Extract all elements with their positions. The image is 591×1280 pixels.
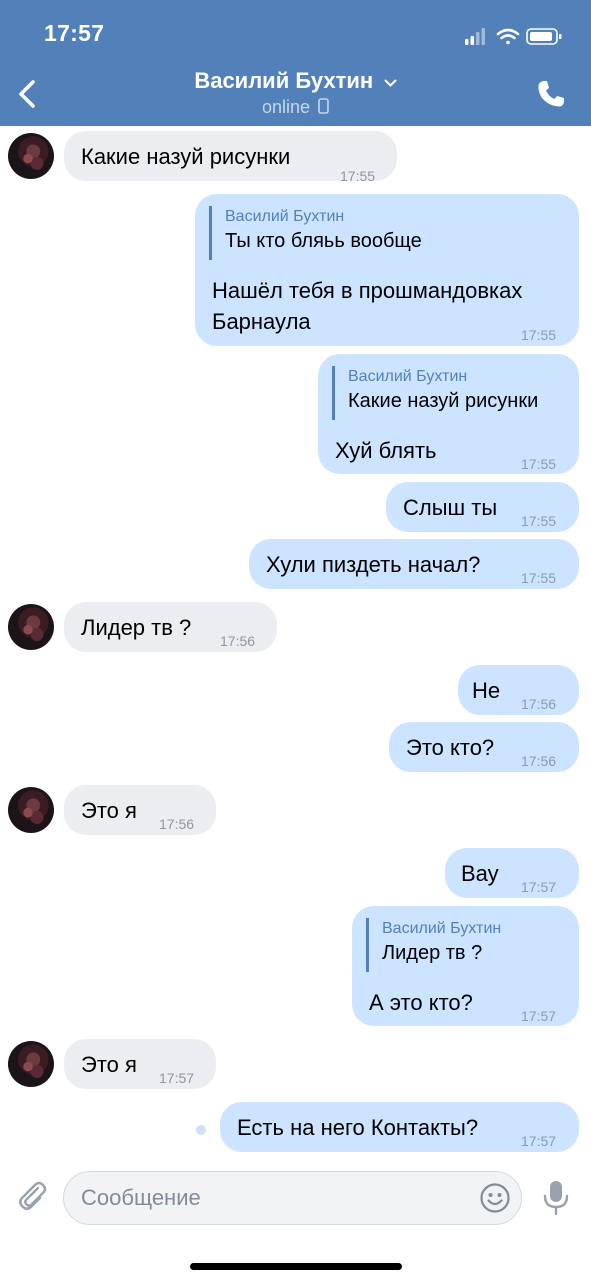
- message-time: 17:56: [521, 753, 557, 769]
- message-outgoing[interactable]: Это кто? 17:56: [389, 722, 579, 772]
- message-outgoing[interactable]: Хули пиздеть начал? 17:55: [249, 539, 579, 589]
- message-incoming[interactable]: Это я 17:57: [64, 1039, 216, 1089]
- message-text: Хули пиздеть начал?: [266, 552, 481, 577]
- reply-text: Лидер тв ?: [382, 942, 483, 964]
- message-text: Это я: [81, 1052, 137, 1077]
- status-icons: [465, 28, 562, 45]
- message-text: Какие назуй рисунки: [81, 144, 291, 169]
- online-status: online: [261, 97, 311, 117]
- message-incoming[interactable]: Какие назуй рисунки 17:55: [64, 131, 397, 184]
- battery-icon: [526, 28, 562, 45]
- message-time: 17:55: [521, 456, 557, 472]
- mobile-icon: [318, 98, 329, 114]
- unread-indicator: [196, 1125, 206, 1135]
- message-text: Хуй блять: [335, 438, 437, 463]
- message-incoming[interactable]: Лидер тв ? 17:56: [64, 602, 277, 652]
- message-text-line: Нашёл тебя в прошмандовках: [212, 278, 523, 303]
- message-text-line: Барнаула: [212, 309, 311, 334]
- message-list[interactable]: Какие назуй рисунки 17:55 Василий Бухтин…: [0, 126, 591, 1161]
- message-time: 17:56: [521, 696, 557, 712]
- message-time: 17:56: [220, 633, 256, 649]
- signal-icon: [465, 28, 485, 45]
- message-text: Слыш ты: [403, 495, 498, 520]
- contact-avatar[interactable]: [8, 787, 54, 833]
- chat-header: 17:57 Василий Бухтин online: [0, 0, 591, 126]
- reply-text: Какие назуй рисунки: [348, 390, 539, 412]
- status-time: 17:57: [44, 20, 105, 46]
- message-text: А это кто?: [369, 990, 473, 1015]
- message-time: 17:56: [159, 816, 195, 832]
- paperclip-icon[interactable]: [16, 1179, 48, 1213]
- chat-title[interactable]: Василий Бухтин: [194, 68, 373, 94]
- reply-author: Василий Бухтин: [382, 920, 502, 937]
- message-text: Вау: [461, 861, 499, 886]
- message-outgoing[interactable]: Василий Бухтин Ты кто бляьь вообще Нашёл…: [195, 194, 579, 346]
- message-input[interactable]: Сообщение: [63, 1171, 522, 1225]
- chevron-down-icon: [384, 79, 397, 88]
- message-outgoing[interactable]: Есть на него Контакты? 17:57: [220, 1102, 579, 1152]
- message-time: 17:55: [521, 570, 557, 586]
- message-text: Не: [472, 678, 501, 703]
- message-text: Лидер тв ?: [81, 615, 192, 640]
- phone-icon[interactable]: [535, 78, 567, 110]
- reply-quote[interactable]: Василий Бухтин Какие назуй рисунки: [332, 366, 538, 420]
- message-outgoing[interactable]: Василий Бухтин Лидер тв ? А это кто? 17:…: [352, 906, 579, 1026]
- chat-title-group[interactable]: Василий Бухтин: [0, 68, 591, 94]
- reply-author: Василий Бухтин: [225, 208, 345, 225]
- message-outgoing[interactable]: Слыш ты 17:55: [386, 482, 579, 532]
- message-outgoing[interactable]: Вау 17:57: [445, 848, 579, 898]
- message-time: 17:55: [340, 168, 376, 184]
- message-time: 17:57: [159, 1070, 195, 1086]
- message-placeholder: Сообщение: [81, 1185, 201, 1210]
- microphone-icon[interactable]: [540, 1179, 572, 1217]
- message-incoming[interactable]: Это я 17:56: [64, 785, 216, 835]
- message-time: 17:55: [521, 327, 557, 343]
- message-text: Есть на него Контакты?: [237, 1115, 479, 1140]
- chat-status: online: [0, 97, 591, 118]
- reply-author: Василий Бухтин: [348, 368, 468, 385]
- message-time: 17:55: [521, 513, 557, 529]
- message-time: 17:57: [521, 1008, 557, 1024]
- message-time: 17:57: [521, 879, 557, 895]
- message-time: 17:57: [521, 1133, 557, 1149]
- message-composer: Сообщение: [0, 1161, 591, 1280]
- message-text: Это я: [81, 798, 137, 823]
- message-text: Это кто?: [406, 735, 495, 760]
- reply-quote[interactable]: Василий Бухтин Ты кто бляьь вообще: [209, 206, 422, 260]
- contact-avatar[interactable]: [8, 133, 54, 179]
- smile-icon[interactable]: [479, 1182, 511, 1214]
- message-outgoing[interactable]: Не 17:56: [458, 665, 579, 715]
- reply-text: Ты кто бляьь вообще: [225, 230, 422, 252]
- contact-avatar[interactable]: [8, 604, 54, 650]
- message-outgoing[interactable]: Василий Бухтин Какие назуй рисунки Хуй б…: [318, 354, 579, 474]
- home-indicator: [190, 1263, 402, 1270]
- reply-quote[interactable]: Василий Бухтин Лидер тв ?: [366, 918, 501, 972]
- contact-avatar[interactable]: [8, 1041, 54, 1087]
- wifi-icon: [496, 28, 520, 45]
